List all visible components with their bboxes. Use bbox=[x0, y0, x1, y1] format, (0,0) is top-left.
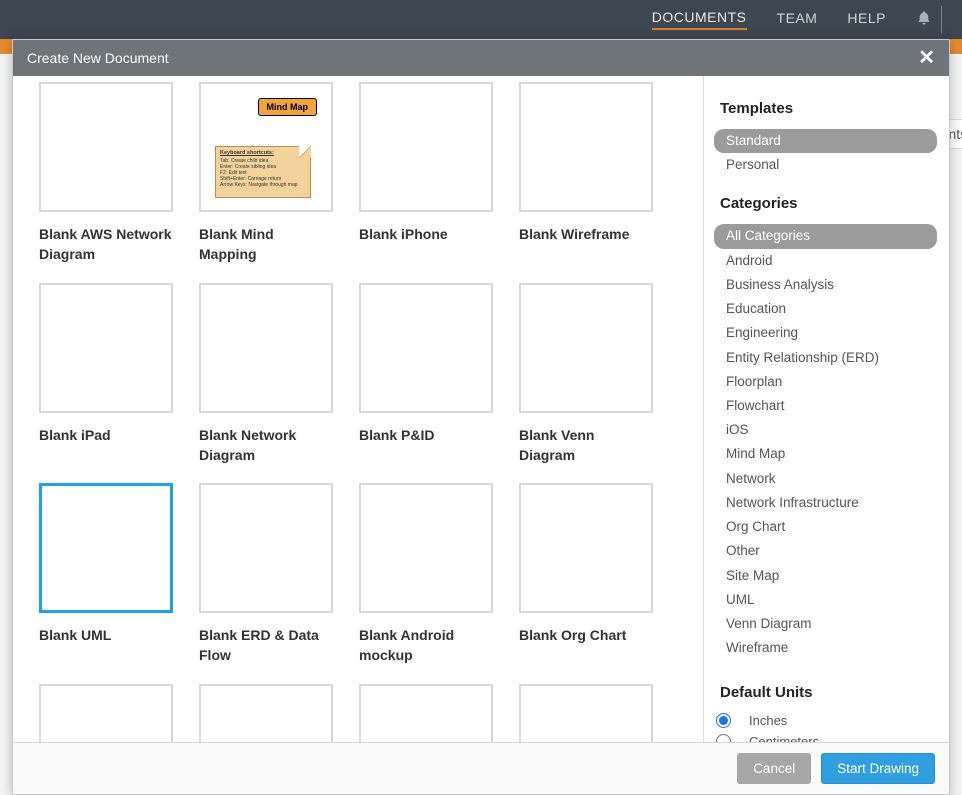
nav-documents[interactable]: DOCUMENTS bbox=[652, 9, 747, 30]
template-thumbnail[interactable] bbox=[359, 82, 493, 212]
category-item[interactable]: Engineering bbox=[714, 321, 937, 345]
template-item[interactable] bbox=[199, 684, 333, 742]
template-item[interactable]: Blank Wireframe bbox=[519, 82, 653, 265]
template-label: Blank iPhone bbox=[359, 224, 493, 244]
mindmap-badge: Mind Map bbox=[258, 98, 318, 116]
template-thumbnail[interactable] bbox=[519, 283, 653, 413]
template-thumbnail[interactable] bbox=[359, 483, 493, 613]
units-heading: Default Units bbox=[720, 684, 937, 701]
unit-radio[interactable] bbox=[716, 713, 731, 728]
category-item[interactable]: Entity Relationship (ERD) bbox=[714, 346, 937, 370]
template-set-item[interactable]: Personal bbox=[714, 153, 937, 177]
close-icon[interactable]: ✕ bbox=[918, 51, 935, 65]
template-thumbnail[interactable] bbox=[359, 684, 493, 742]
template-item[interactable]: Blank P&ID bbox=[359, 283, 493, 466]
template-label: Blank Wireframe bbox=[519, 224, 653, 244]
category-item[interactable]: Wireframe bbox=[714, 636, 937, 660]
template-thumbnail[interactable] bbox=[199, 483, 333, 613]
categories-heading: Categories bbox=[720, 195, 937, 212]
app-top-nav: DOCUMENTS TEAM HELP bbox=[0, 0, 962, 39]
template-label: Blank Org Chart bbox=[519, 625, 653, 645]
create-document-modal: Create New Document ✕ Blank AWS Network … bbox=[12, 39, 950, 795]
template-item[interactable] bbox=[359, 684, 493, 742]
template-item[interactable]: Blank AWS Network Diagram bbox=[39, 82, 173, 265]
nav-help[interactable]: HELP bbox=[847, 10, 886, 29]
template-thumbnail[interactable]: Mind Map Keyboard shortcuts:Tab: Create c… bbox=[199, 82, 333, 212]
template-sets-list: StandardPersonal bbox=[714, 129, 937, 177]
template-item[interactable]: Blank Venn Diagram bbox=[519, 283, 653, 466]
template-thumbnail[interactable] bbox=[199, 684, 333, 742]
template-thumbnail[interactable] bbox=[519, 483, 653, 613]
category-item[interactable]: Other bbox=[714, 539, 937, 563]
category-item[interactable]: Venn Diagram bbox=[714, 612, 937, 636]
category-item[interactable]: Floorplan bbox=[714, 370, 937, 394]
template-label: Blank Mind Mapping bbox=[199, 224, 333, 265]
template-thumbnail[interactable] bbox=[199, 283, 333, 413]
template-set-item[interactable]: Standard bbox=[714, 129, 937, 153]
template-item[interactable] bbox=[39, 684, 173, 742]
unit-radio[interactable] bbox=[716, 734, 731, 742]
mindmap-note: Keyboard shortcuts:Tab: Create child ide… bbox=[215, 146, 311, 198]
template-grid: Blank AWS Network Diagram Mind Map Keyboar… bbox=[39, 82, 677, 742]
start-drawing-button[interactable]: Start Drawing bbox=[821, 753, 935, 784]
category-item[interactable]: Mind Map bbox=[714, 442, 937, 466]
template-thumbnail[interactable] bbox=[519, 82, 653, 212]
modal-title: Create New Document bbox=[27, 50, 169, 66]
template-thumbnail[interactable] bbox=[39, 483, 173, 613]
category-item[interactable]: Network Infrastructure bbox=[714, 491, 937, 515]
modal-header: Create New Document ✕ bbox=[13, 40, 949, 76]
template-item[interactable]: Blank Network Diagram bbox=[199, 283, 333, 466]
template-item[interactable]: Blank Org Chart bbox=[519, 483, 653, 666]
cancel-button[interactable]: Cancel bbox=[737, 753, 811, 784]
category-item[interactable]: All Categories bbox=[714, 224, 937, 248]
category-item[interactable]: Site Map bbox=[714, 564, 937, 588]
modal-sidebar: Templates StandardPersonal Categories Al… bbox=[703, 76, 949, 742]
unit-label: Inches bbox=[749, 713, 787, 728]
template-item[interactable]: Blank UML bbox=[39, 483, 173, 666]
template-label: Blank Network Diagram bbox=[199, 425, 333, 466]
unit-option[interactable]: Inches bbox=[714, 713, 937, 728]
template-thumbnail[interactable] bbox=[359, 283, 493, 413]
category-item[interactable]: Flowchart bbox=[714, 394, 937, 418]
template-label: Blank AWS Network Diagram bbox=[39, 224, 173, 265]
category-item[interactable]: iOS bbox=[714, 418, 937, 442]
template-thumbnail[interactable] bbox=[39, 82, 173, 212]
category-item[interactable]: Org Chart bbox=[714, 515, 937, 539]
category-item[interactable]: Education bbox=[714, 297, 937, 321]
template-item[interactable]: Mind Map Keyboard shortcuts:Tab: Create c… bbox=[199, 82, 333, 265]
units-group: Inches Centimeters bbox=[714, 713, 937, 742]
template-label: Blank Android mockup bbox=[359, 625, 493, 666]
template-item[interactable]: Blank ERD & Data Flow bbox=[199, 483, 333, 666]
category-item[interactable]: UML bbox=[714, 588, 937, 612]
template-label: Blank UML bbox=[39, 625, 173, 645]
templates-heading: Templates bbox=[720, 100, 937, 117]
template-thumbnail[interactable] bbox=[39, 283, 173, 413]
template-scroll-area[interactable]: Blank AWS Network Diagram Mind Map Keyboar… bbox=[13, 76, 703, 742]
modal-footer: Cancel Start Drawing bbox=[13, 742, 949, 794]
unit-option[interactable]: Centimeters bbox=[714, 734, 937, 742]
notifications-bell-icon[interactable] bbox=[916, 10, 932, 29]
template-label: Blank Venn Diagram bbox=[519, 425, 653, 466]
category-item[interactable]: Android bbox=[714, 249, 937, 273]
template-label: Blank iPad bbox=[39, 425, 173, 445]
template-thumbnail[interactable] bbox=[39, 684, 173, 742]
template-label: Blank P&ID bbox=[359, 425, 493, 445]
category-item[interactable]: Network bbox=[714, 467, 937, 491]
topbar-separator bbox=[941, 6, 942, 33]
nav-team[interactable]: TEAM bbox=[777, 10, 818, 29]
template-thumbnail[interactable] bbox=[519, 684, 653, 742]
template-item[interactable]: Blank Android mockup bbox=[359, 483, 493, 666]
template-item[interactable] bbox=[519, 684, 653, 742]
template-label: Blank ERD & Data Flow bbox=[199, 625, 333, 666]
template-item[interactable]: Blank iPad bbox=[39, 283, 173, 466]
unit-label: Centimeters bbox=[749, 734, 819, 742]
template-item[interactable]: Blank iPhone bbox=[359, 82, 493, 265]
categories-list: All CategoriesAndroidBusiness AnalysisEd… bbox=[714, 224, 937, 660]
category-item[interactable]: Business Analysis bbox=[714, 273, 937, 297]
